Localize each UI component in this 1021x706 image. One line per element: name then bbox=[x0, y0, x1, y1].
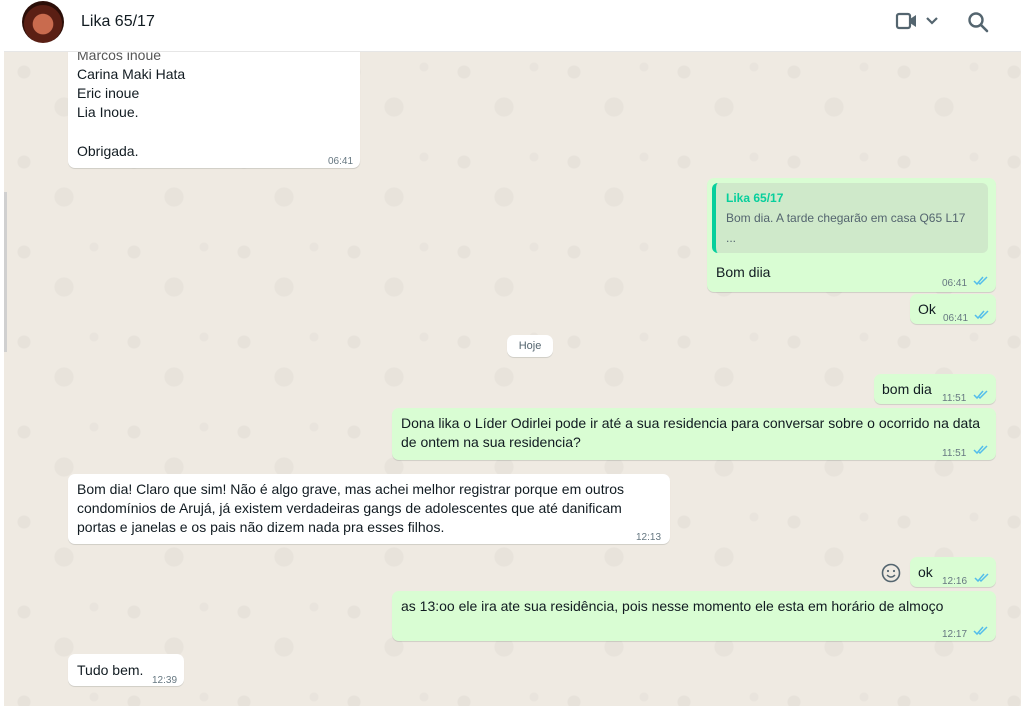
message-time: 12:17 bbox=[942, 629, 968, 640]
message-outgoing[interactable]: bom dia 11:51 bbox=[874, 374, 996, 404]
message-incoming[interactable]: Bom dia! Claro que sim! Não é algo grave… bbox=[68, 474, 670, 544]
video-camera-icon bbox=[895, 12, 938, 30]
message-text: portas e janelas e os pais não dizem nad… bbox=[77, 519, 445, 535]
search-icon bbox=[968, 12, 989, 33]
message-text: Obrigada. bbox=[77, 143, 139, 159]
message-outgoing[interactable]: Dona lika o Líder Odirlei pode ir até a … bbox=[392, 408, 996, 460]
emoji-reaction-button[interactable] bbox=[880, 562, 902, 584]
smiley-icon bbox=[881, 563, 901, 583]
message-text: Lia Inoue. bbox=[77, 104, 139, 120]
message-outgoing[interactable]: Lika 65/17 Bom dia. A tarde chegarão em … bbox=[707, 178, 996, 292]
message-time: 12:13 bbox=[636, 532, 662, 543]
message-outgoing[interactable]: ok 12:16 bbox=[910, 557, 996, 587]
quote-author: Lika 65/17 bbox=[726, 191, 784, 205]
message-outgoing[interactable]: Ok 06:41 bbox=[910, 294, 996, 324]
message-text: Tudo bem. bbox=[77, 662, 144, 678]
message-incoming[interactable]: Marcos inoue Carina Maki Hata Eric inoue… bbox=[68, 52, 360, 168]
message-incoming[interactable]: Tudo bem. 12:39 bbox=[68, 654, 184, 686]
message-time: 06:41 bbox=[943, 313, 969, 324]
double-check-icon bbox=[973, 445, 988, 455]
chat-header: Lika 65/17 bbox=[4, 0, 1021, 52]
message-text: ok bbox=[918, 564, 933, 580]
quoted-message[interactable]: Lika 65/17 Bom dia. A tarde chegarão em … bbox=[712, 183, 988, 253]
message-text: Bom dia! Claro que sim! Não é algo grave… bbox=[77, 481, 625, 497]
message-time: 11:51 bbox=[942, 393, 967, 404]
double-check-icon bbox=[974, 310, 989, 320]
double-check-icon bbox=[973, 626, 988, 636]
message-text: bom dia bbox=[882, 381, 932, 397]
contact-avatar[interactable] bbox=[22, 1, 64, 43]
scroll-edge bbox=[4, 192, 7, 352]
video-call-button[interactable] bbox=[894, 10, 944, 34]
message-text: Eric inoue bbox=[77, 85, 140, 101]
quote-text: Bom dia. A tarde chegarão em casa Q65 L1… bbox=[726, 211, 966, 225]
double-check-icon bbox=[974, 573, 989, 583]
double-check-icon bbox=[973, 390, 988, 400]
message-time: 12:39 bbox=[152, 675, 178, 686]
message-list[interactable]: Marcos inoue Carina Maki Hata Eric inoue… bbox=[4, 52, 1021, 706]
message-text: condomínios de Arujá, já existem verdade… bbox=[77, 500, 622, 516]
contact-name[interactable]: Lika 65/17 bbox=[81, 13, 155, 31]
message-text: Marcos inoue bbox=[77, 52, 162, 63]
message-time: 12:16 bbox=[942, 576, 968, 587]
search-button[interactable] bbox=[966, 10, 992, 36]
message-outgoing[interactable]: as 13:oo ele ira ate sua residência, poi… bbox=[392, 591, 996, 641]
message-text: Carina Maki Hata bbox=[77, 66, 186, 82]
quote-text: ... bbox=[726, 231, 737, 245]
double-check-icon bbox=[973, 276, 988, 286]
message-time: 06:41 bbox=[942, 278, 968, 289]
message-text: Dona lika o Líder Odirlei pode ir até a … bbox=[401, 415, 980, 431]
message-text: Bom diia bbox=[716, 264, 771, 280]
message-text: as 13:oo ele ira ate sua residência, poi… bbox=[401, 598, 944, 614]
chevron-down-icon bbox=[926, 17, 938, 25]
message-time: 06:41 bbox=[328, 156, 354, 167]
date-divider: Hoje bbox=[507, 335, 553, 357]
message-text: de ontem na sua residencia? bbox=[401, 434, 581, 450]
message-time: 11:51 bbox=[942, 448, 967, 459]
message-text: Ok bbox=[918, 301, 936, 317]
